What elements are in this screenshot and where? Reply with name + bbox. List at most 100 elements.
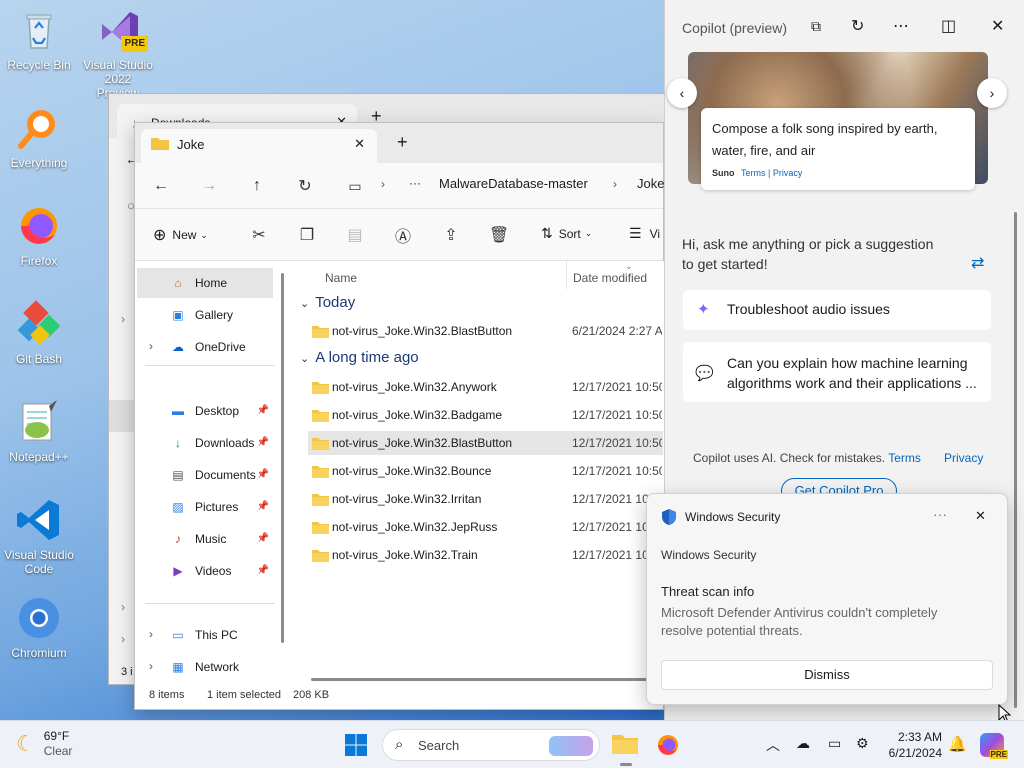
nav-item-desktop[interactable]: ▬ Desktop 📌 (137, 396, 273, 426)
table-row[interactable]: not-virus_Joke.Win32.Anywork 12/17/2021 1… (308, 375, 663, 399)
weather-widget[interactable]: ☾ 69°F Clear (16, 729, 72, 759)
breadcrumb-item[interactable]: MalwareDatabase-master (439, 176, 588, 191)
suggestion-troubleshoot[interactable]: ✦ Troubleshoot audio issues (683, 290, 991, 330)
chromium-icon (15, 594, 63, 642)
nav-scrollbar[interactable] (281, 273, 284, 643)
chevron-right-icon[interactable]: › (121, 312, 125, 326)
close-tab-icon[interactable]: ✕ (354, 136, 365, 152)
this-pc-icon[interactable]: ▭ (341, 172, 369, 200)
notepad-plus-plus-icon (15, 398, 63, 446)
forward-arrow-icon[interactable]: → (195, 172, 223, 200)
carousel-prev-button[interactable]: ‹ (667, 78, 697, 108)
up-arrow-icon[interactable]: ↑ (243, 172, 271, 200)
pin-icon: 📌 (256, 533, 269, 544)
chevron-right-icon[interactable]: › (121, 632, 125, 646)
more-options-icon[interactable]: ⋯ (893, 16, 909, 36)
file-explorer-taskbar-icon[interactable] (612, 729, 640, 766)
breadcrumb-more[interactable]: ··· (409, 176, 421, 190)
notification-bell-icon[interactable]: 🔔 (948, 735, 967, 753)
nav-item-music[interactable]: ♪ Music 📌 (137, 524, 273, 554)
chevron-right-icon[interactable]: › (149, 339, 153, 353)
toast-more-icon[interactable]: ··· (933, 506, 947, 522)
refresh-icon[interactable]: ↻ (851, 16, 864, 36)
view-label: Vi (649, 226, 661, 241)
back-arrow-icon[interactable]: ← (147, 172, 175, 200)
new-tab-icon[interactable]: + (397, 132, 408, 153)
desktop-icon-git-bash[interactable]: Git Bash (3, 300, 75, 366)
chevron-right-icon[interactable]: › (121, 600, 125, 614)
nav-item-documents[interactable]: ▤ Documents 📌 (137, 460, 273, 490)
desktop-icon-visual-studio-preview[interactable]: PRE Visual Studio 2022 Preview (82, 6, 154, 100)
sort-button[interactable]: ⇅ Sort ⌄ (541, 225, 592, 242)
nav-item-this-pc[interactable]: › ▭ This PC (137, 620, 273, 650)
desktop-icon-notepad-plus-plus[interactable]: Notepad++ (3, 398, 75, 464)
command-bar: ⊕ New ⌄ ✂ ❐ ▤ Ⓐ ⇪ 🗑 ⇅ Sort ⌄ ☰ Vi (135, 209, 663, 261)
desktop-icon-chromium[interactable]: Chromium (3, 594, 75, 660)
new-button[interactable]: ⊕ New ⌄ (153, 225, 208, 245)
view-button[interactable]: ☰ Vi (629, 225, 660, 242)
cloud-offline-icon[interactable]: ☁ (796, 735, 810, 752)
close-icon[interactable]: ✕ (975, 508, 986, 524)
copilot-taskbar-icon[interactable]: PRE (980, 733, 1008, 759)
paste-icon[interactable]: ▤ (341, 221, 369, 249)
group-header[interactable]: ⌄ A long time ago (300, 349, 419, 366)
nav-item-pictures[interactable]: ▨ Pictures 📌 (137, 492, 273, 522)
display-icon[interactable]: ▭ (828, 735, 841, 752)
dock-icon[interactable]: ◫ (941, 16, 956, 36)
chevron-right-icon: › (613, 177, 617, 191)
delete-icon[interactable]: 🗑 (485, 221, 513, 249)
carousel-card[interactable]: Compose a folk song inspired by earth, w… (701, 108, 975, 190)
taskbar-search[interactable]: ⌕ Search (382, 729, 600, 761)
clock[interactable]: 2:33 AM 6/21/2024 (884, 729, 942, 761)
group-label: A long time ago (315, 349, 419, 366)
nav-label: Network (195, 660, 240, 674)
windows-start-icon[interactable] (344, 733, 368, 757)
cut-icon[interactable]: ✂ (245, 221, 273, 249)
nav-item-onedrive[interactable]: › ☁ OneDrive (137, 332, 273, 362)
tab-joke[interactable]: Joke ✕ (141, 129, 377, 163)
desktop-icon-label: Everything (10, 156, 68, 170)
privacy-link[interactable]: Privacy (944, 451, 983, 465)
desktop-icon-firefox[interactable]: Firefox (3, 202, 75, 268)
table-row[interactable]: not-virus_Joke.Win32.Badgame 12/17/2021 1… (308, 403, 663, 427)
table-row[interactable]: not-virus_Joke.Win32.Bounce 12/17/2021 10… (308, 459, 663, 483)
group-header[interactable]: ⌄ Today (300, 294, 355, 311)
carousel-footer: Suno Terms | Privacy (712, 168, 802, 178)
desktop-icon-recycle-bin[interactable]: Recycle Bin (3, 6, 75, 72)
desktop-icon-label: Chromium (11, 646, 67, 660)
desktop-icon-everything[interactable]: Everything (3, 104, 75, 170)
nav-item-network[interactable]: › ▦ Network (137, 652, 273, 682)
carousel-privacy-link[interactable]: Privacy (773, 168, 803, 178)
suggestion-machine-learning[interactable]: 💬 Can you explain how machine learning a… (683, 342, 991, 402)
copy-icon[interactable]: ❐ (293, 221, 321, 249)
carousel-terms-link[interactable]: Terms (741, 168, 766, 178)
refresh-suggestions-icon[interactable]: ⇄ (971, 253, 984, 273)
dismiss-button[interactable]: Dismiss (661, 660, 993, 690)
desktop-icon-vscode[interactable]: Visual Studio Code (3, 496, 75, 576)
table-row[interactable]: not-virus_Joke.Win32.JepRuss 12/17/2021 1… (308, 515, 663, 539)
column-header-date[interactable]: Date modified (573, 271, 647, 285)
close-icon[interactable]: ✕ (991, 16, 1004, 36)
network-icon[interactable]: ⚙ (856, 735, 869, 752)
chevron-right-icon[interactable]: › (149, 659, 153, 673)
copilot-scrollbar[interactable] (1014, 212, 1017, 708)
breadcrumb-item[interactable]: Joke (637, 176, 664, 191)
table-row[interactable]: not-virus_Joke.Win32.BlastButton 6/21/202… (308, 319, 663, 343)
rename-icon[interactable]: Ⓐ (389, 221, 417, 249)
share-icon[interactable]: ⇪ (437, 221, 465, 249)
column-header-name[interactable]: Name (325, 271, 357, 285)
open-external-icon[interactable]: ⧉ (811, 18, 821, 35)
chevron-up-icon[interactable]: ︿ (766, 735, 780, 755)
refresh-icon[interactable]: ↻ (291, 172, 319, 200)
nav-item-videos[interactable]: ▶ Videos 📌 (137, 556, 273, 586)
carousel-next-button[interactable]: › (977, 78, 1007, 108)
nav-item-home[interactable]: ⌂ Home (137, 268, 273, 298)
table-row[interactable]: not-virus_Joke.Win32.Irritan 12/17/2021 1… (308, 487, 663, 511)
firefox-taskbar-icon[interactable] (656, 733, 680, 757)
terms-link[interactable]: Terms (888, 451, 921, 465)
nav-item-gallery[interactable]: ▣ Gallery (137, 300, 273, 330)
table-row[interactable]: not-virus_Joke.Win32.BlastButton 12/17/20… (308, 431, 663, 455)
chevron-right-icon[interactable]: › (149, 627, 153, 641)
nav-item-downloads[interactable]: ↓ Downloads 📌 (137, 428, 273, 458)
table-row[interactable]: not-virus_Joke.Win32.Train 12/17/2021 10:… (308, 543, 663, 567)
